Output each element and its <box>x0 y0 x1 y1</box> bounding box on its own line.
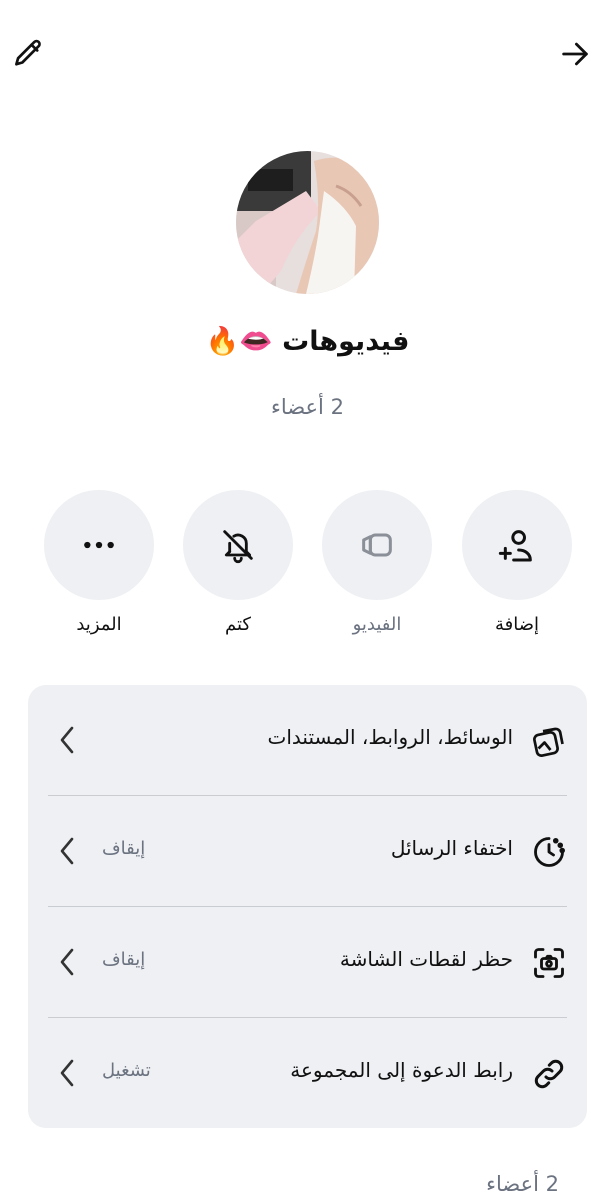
more-label: المزيد <box>76 614 122 635</box>
add-user-icon <box>498 530 532 562</box>
group-name: فيديوهات 👄🔥 <box>205 326 410 357</box>
screenshot-block-label: حظر لقطات الشاشة <box>339 947 513 971</box>
edit-button[interactable] <box>4 30 52 78</box>
invite-link-label: رابط الدعوة إلى المجموعة <box>290 1058 513 1082</box>
disappearing-messages-status: إيقاف <box>102 838 146 859</box>
media-links-docs-row[interactable]: الوسائط، الروابط، المستندات <box>28 685 587 795</box>
screenshot-icon <box>534 948 564 978</box>
invite-link-status: تشغيل <box>102 1060 151 1081</box>
members-section-header: 2 أعضاء <box>486 1172 559 1196</box>
video-icon <box>362 533 392 557</box>
group-avatar[interactable] <box>236 151 379 294</box>
mute-label: كتم <box>225 614 251 635</box>
media-links-docs-label: الوسائط، الروابط، المستندات <box>267 725 513 749</box>
chevron-left-icon <box>60 726 74 754</box>
link-icon <box>534 1059 564 1089</box>
pencil-icon <box>15 39 41 66</box>
mute-button[interactable]: كتم <box>183 490 293 635</box>
chevron-left-icon <box>60 837 74 865</box>
chevron-left-icon <box>60 1059 74 1087</box>
media-icon <box>533 727 564 757</box>
settings-card: الوسائط، الروابط، المستندات اختفاء الرسا… <box>28 685 587 1128</box>
bell-off-icon <box>223 530 253 563</box>
add-member-label: إضافة <box>494 614 540 635</box>
group-members-count: 2 أعضاء <box>271 395 344 419</box>
timer-icon <box>534 837 565 867</box>
disappearing-messages-row[interactable]: اختفاء الرسائل إيقاف <box>28 796 587 906</box>
video-call-label: الفيديو <box>352 614 402 635</box>
back-button[interactable] <box>551 30 599 78</box>
more-button[interactable]: المزيد <box>44 490 154 635</box>
add-member-button[interactable]: إضافة <box>462 490 572 635</box>
invite-link-row[interactable]: رابط الدعوة إلى المجموعة تشغيل <box>28 1018 587 1128</box>
disappearing-messages-label: اختفاء الرسائل <box>390 836 513 860</box>
chevron-left-icon <box>60 948 74 976</box>
screenshot-block-row[interactable]: حظر لقطات الشاشة إيقاف <box>28 907 587 1017</box>
arrow-right-icon <box>562 42 588 66</box>
screenshot-block-status: إيقاف <box>102 949 146 970</box>
more-icon <box>84 541 114 549</box>
video-call-button[interactable]: الفيديو <box>322 490 432 635</box>
